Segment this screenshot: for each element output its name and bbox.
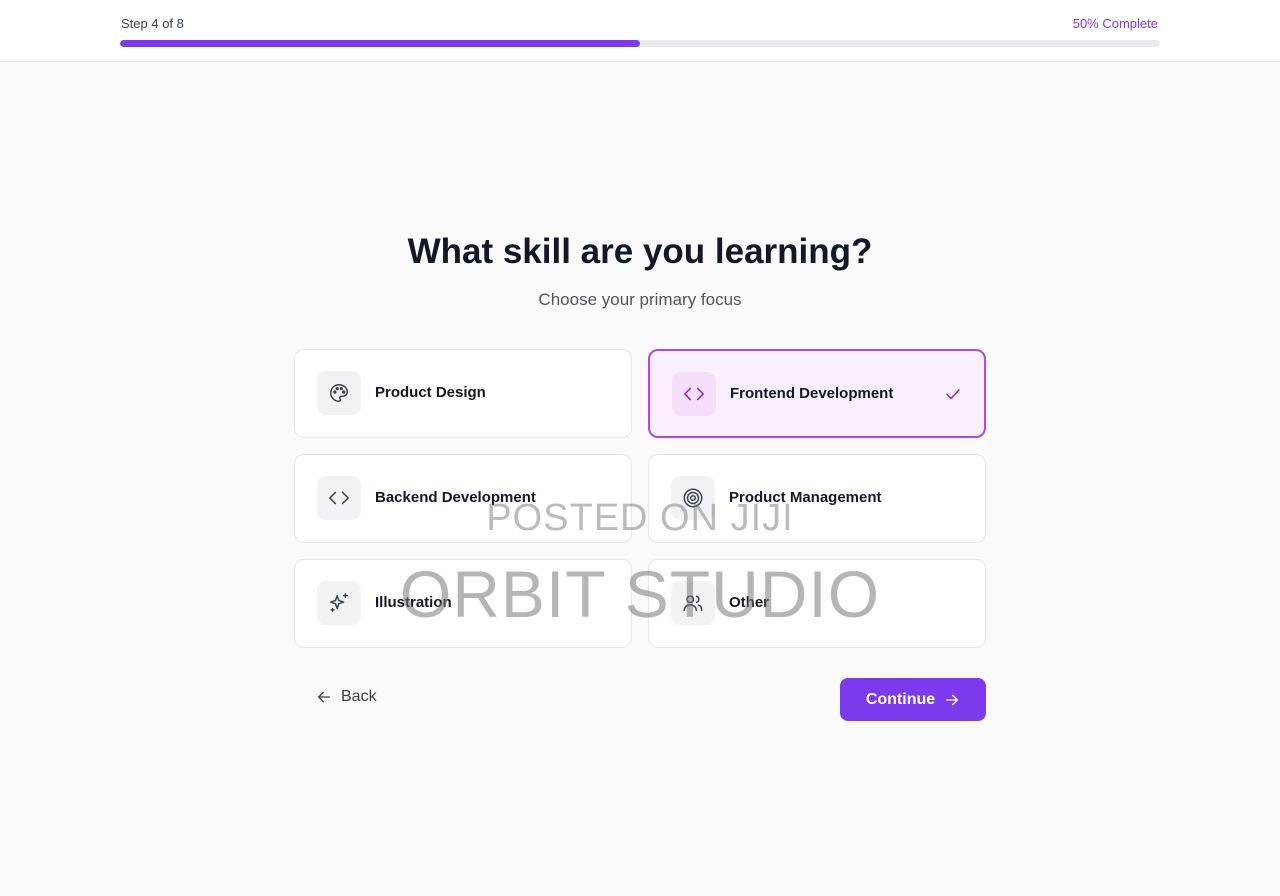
- back-button-label: Back: [341, 688, 377, 705]
- option-backend-development[interactable]: Backend Development: [294, 454, 632, 543]
- completion-percentage: 50% Complete: [1072, 16, 1158, 31]
- code-icon: [672, 372, 716, 416]
- step-indicator: Step 4 of 8: [121, 16, 184, 31]
- sparkles-icon: [317, 581, 361, 625]
- code-icon: [317, 476, 361, 520]
- skill-options-grid: Product Design Frontend Development Back…: [294, 349, 986, 648]
- continue-button-label: Continue: [865, 690, 936, 708]
- progress-bar: [120, 40, 1160, 47]
- option-label: Illustration: [375, 594, 452, 611]
- option-product-management[interactable]: Product Management: [648, 454, 986, 543]
- progress-bar-fill: [120, 40, 640, 47]
- option-frontend-development[interactable]: Frontend Development: [648, 349, 986, 438]
- arrow-left-icon: [318, 691, 330, 703]
- option-label: Backend Development: [375, 489, 536, 506]
- option-product-design[interactable]: Product Design: [294, 349, 632, 438]
- target-icon: [671, 476, 715, 520]
- palette-icon: [317, 371, 361, 415]
- option-illustration[interactable]: Illustration: [294, 559, 632, 648]
- progress-header: Step 4 of 8 50% Complete: [0, 0, 1280, 62]
- page-subtitle: Choose your primary focus: [538, 290, 742, 309]
- option-label: Other: [729, 594, 770, 611]
- continue-button[interactable]: Continue: [840, 678, 986, 721]
- page-title: What skill are you learning?: [407, 232, 873, 271]
- arrow-right-icon: [946, 694, 959, 705]
- option-label: Frontend Development: [730, 385, 894, 402]
- users-icon: [671, 581, 715, 625]
- check-icon: [946, 389, 960, 400]
- option-other[interactable]: Other: [648, 559, 986, 648]
- back-button[interactable]: Back: [316, 688, 377, 706]
- option-label: Product Design: [375, 384, 486, 401]
- option-label: Product Management: [729, 489, 882, 506]
